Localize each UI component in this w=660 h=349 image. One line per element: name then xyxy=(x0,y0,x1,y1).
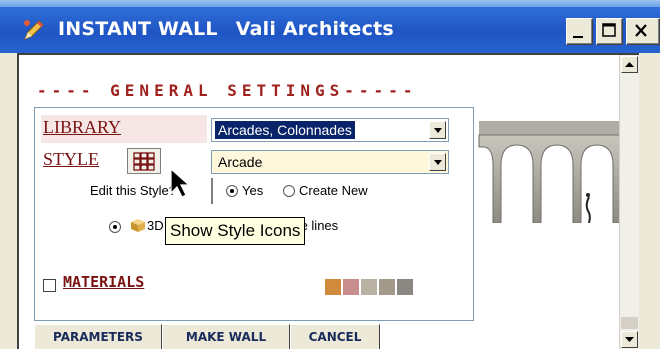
instant-wall-window: INSTANT WALL Vali Architects ---- GENERAL… xyxy=(0,7,660,349)
scroll-down-icon xyxy=(625,337,634,342)
desktop-strip xyxy=(0,0,660,7)
chevron-down-icon[interactable] xyxy=(429,121,446,139)
close-icon xyxy=(635,24,647,37)
edit-style-prompt: Edit this Style? xyxy=(90,183,176,198)
show-style-icons-button[interactable] xyxy=(127,148,161,174)
vertical-scrollbar[interactable] xyxy=(619,55,639,349)
close-button[interactable] xyxy=(626,18,660,45)
mouse-cursor-icon xyxy=(170,167,191,198)
vertical-divider xyxy=(211,178,213,204)
window-title: INSTANT WALL Vali Architects xyxy=(58,18,394,40)
material-swatch-gray[interactable] xyxy=(397,279,413,295)
scrollbar-thumb[interactable] xyxy=(621,317,638,329)
view-3d-label[interactable]: 3D xyxy=(147,218,164,233)
library-select-value: Arcades, Colonnades xyxy=(215,121,355,139)
show-style-icons-tooltip: Show Style Icons xyxy=(165,217,306,245)
minimize-icon xyxy=(573,36,583,38)
library-select[interactable]: Arcades, Colonnades xyxy=(211,118,449,142)
materials-label[interactable]: MATERIALS xyxy=(63,273,144,291)
scroll-up-button[interactable] xyxy=(621,56,638,73)
window-subtitle: Vali Architects xyxy=(235,18,394,40)
view-3d-radio[interactable] xyxy=(109,221,121,233)
pencil-app-icon xyxy=(24,20,44,40)
style-label[interactable]: STYLE xyxy=(43,149,99,170)
create-new-label[interactable]: Create New xyxy=(299,183,368,198)
window-title-text: INSTANT WALL xyxy=(58,18,218,40)
material-swatch-pink[interactable] xyxy=(343,279,359,295)
scroll-down-button[interactable] xyxy=(621,331,638,348)
material-swatch-orange[interactable] xyxy=(325,279,341,295)
style-select-value: Arcade xyxy=(218,154,263,170)
minimize-button[interactable] xyxy=(566,18,593,45)
cancel-button[interactable]: CANCEL xyxy=(290,324,380,349)
grid-icon xyxy=(133,152,155,171)
arcade-preview-image xyxy=(478,121,622,223)
cube-3d-icon xyxy=(131,219,145,232)
general-settings-heading: ---- GENERAL SETTINGS----- xyxy=(37,81,418,100)
parameters-button[interactable]: PARAMETERS xyxy=(34,324,162,349)
edit-style-yes-radio[interactable] xyxy=(226,185,238,197)
material-swatch-beige[interactable] xyxy=(361,279,377,295)
scroll-up-icon xyxy=(625,62,634,67)
chevron-down-icon[interactable] xyxy=(429,153,446,171)
library-label[interactable]: LIBRARY xyxy=(43,117,121,138)
style-select[interactable]: Arcade xyxy=(211,150,449,174)
materials-checkbox[interactable] xyxy=(43,279,56,292)
title-bar[interactable]: INSTANT WALL Vali Architects xyxy=(0,7,660,53)
edit-style-yes-label[interactable]: Yes xyxy=(242,183,263,198)
maximize-button[interactable] xyxy=(596,18,623,45)
create-new-radio[interactable] xyxy=(283,185,295,197)
client-area: ---- GENERAL SETTINGS----- LIBRARY Arcad… xyxy=(17,53,639,349)
make-wall-button[interactable]: MAKE WALL xyxy=(162,324,290,349)
maximize-icon xyxy=(602,23,616,37)
material-swatch-taupe[interactable] xyxy=(379,279,395,295)
